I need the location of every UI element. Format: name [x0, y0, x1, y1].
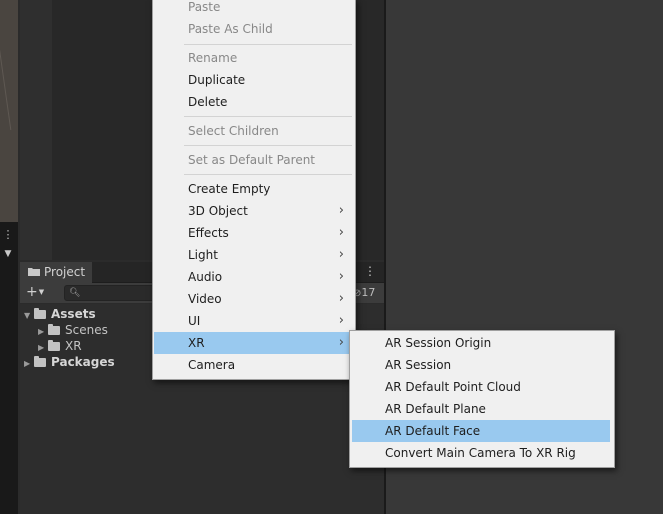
hierarchy-context-menu: Paste Paste As Child Rename Duplicate De…	[152, 0, 356, 380]
chevron-right-icon: ›	[338, 335, 344, 350]
menu-item-paste-as-child[interactable]: Paste As Child	[154, 18, 354, 40]
plus-icon: +	[26, 284, 38, 300]
submenu-item-ar-default-plane[interactable]: AR Default Plane	[352, 398, 610, 420]
menu-item-select-children[interactable]: Select Children	[154, 120, 354, 142]
project-kebab-menu-icon[interactable]: ⋮	[364, 263, 376, 279]
menu-separator	[184, 174, 352, 175]
scene-view-edge	[0, 0, 18, 222]
menu-item-ui[interactable]: UI ›	[154, 310, 354, 332]
menu-item-light[interactable]: Light ›	[154, 244, 354, 266]
menu-item-audio[interactable]: Audio ›	[154, 266, 354, 288]
tree-item-assets[interactable]: ▼ Assets	[24, 306, 96, 322]
submenu-item-ar-default-point-cloud[interactable]: AR Default Point Cloud	[352, 376, 610, 398]
expand-arrow-icon[interactable]: ▶	[24, 356, 34, 372]
folder-icon	[28, 268, 40, 276]
tab-project[interactable]: Project	[20, 262, 92, 283]
hidden-packages-count[interactable]: ⊘17	[353, 286, 375, 299]
menu-separator	[184, 116, 352, 117]
chevron-right-icon: ›	[338, 247, 344, 262]
folder-icon	[48, 324, 60, 335]
hierarchy-gutter	[20, 0, 52, 260]
search-input[interactable]: 🔍︎	[64, 285, 156, 301]
folder-icon	[34, 356, 46, 367]
chevron-right-icon: ›	[338, 313, 344, 328]
menu-separator	[184, 145, 352, 146]
menu-item-effects[interactable]: Effects ›	[154, 222, 354, 244]
menu-item-create-empty[interactable]: Create Empty	[154, 178, 354, 200]
chevron-right-icon: ›	[338, 269, 344, 284]
scene-kebab-menu-icon[interactable]: ⋮	[2, 228, 14, 242]
menu-item-delete[interactable]: Delete	[154, 91, 354, 113]
left-panel-dark	[0, 222, 18, 514]
chevron-down-icon: ▼	[38, 288, 45, 296]
menu-item-set-default-parent[interactable]: Set as Default Parent	[154, 149, 354, 171]
tree-item-packages[interactable]: ▶ Packages	[24, 354, 115, 370]
menu-item-video[interactable]: Video ›	[154, 288, 354, 310]
submenu-item-ar-session[interactable]: AR Session	[352, 354, 610, 376]
scene-dropdown-icon[interactable]: ▼	[2, 247, 14, 261]
expand-arrow-icon[interactable]: ▼	[24, 308, 34, 324]
tree-item-xr[interactable]: ▶ XR	[38, 338, 82, 354]
tree-item-scenes[interactable]: ▶ Scenes	[38, 322, 108, 338]
menu-item-xr[interactable]: XR ›	[154, 332, 354, 354]
menu-item-3d-object[interactable]: 3D Object ›	[154, 200, 354, 222]
folder-icon	[48, 340, 60, 351]
folder-open-icon	[34, 308, 46, 319]
xr-submenu: AR Session Origin AR Session AR Default …	[349, 330, 615, 468]
chevron-right-icon: ›	[338, 225, 344, 240]
submenu-item-ar-session-origin[interactable]: AR Session Origin	[352, 332, 610, 354]
submenu-item-ar-default-face[interactable]: AR Default Face	[352, 420, 610, 442]
menu-item-camera[interactable]: Camera	[154, 354, 354, 376]
tab-project-label: Project	[44, 265, 86, 279]
menu-item-paste[interactable]: Paste	[154, 0, 354, 18]
create-button[interactable]: +▼	[26, 285, 52, 301]
menu-separator	[184, 44, 352, 45]
menu-item-duplicate[interactable]: Duplicate	[154, 69, 354, 91]
submenu-item-convert-main-camera[interactable]: Convert Main Camera To XR Rig	[352, 442, 610, 464]
search-icon: 🔍︎	[69, 288, 81, 298]
chevron-right-icon: ›	[338, 291, 344, 306]
menu-item-rename[interactable]: Rename	[154, 47, 354, 69]
chevron-right-icon: ›	[338, 203, 344, 218]
